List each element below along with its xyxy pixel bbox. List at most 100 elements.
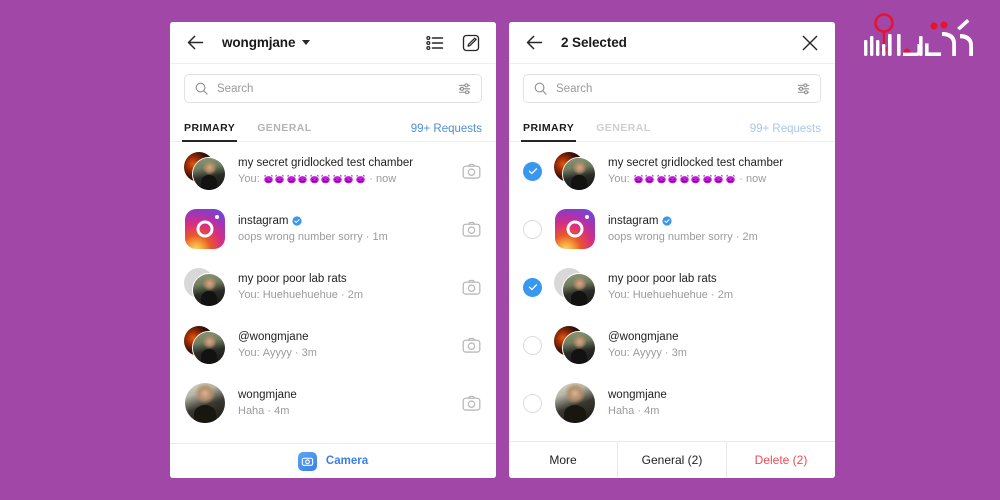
avatar — [554, 266, 596, 308]
thread-text: wongmjane Haha · 4m — [238, 388, 297, 417]
search-area: Search — [170, 64, 496, 112]
camera-button-label: Camera — [325, 455, 369, 467]
thread-title: @wongmjane — [238, 330, 309, 343]
thread-text: instagram oops wrong number sorry · 2m — [608, 214, 758, 243]
thread-list: my secret gridlocked test chamber You: ·… — [509, 142, 835, 441]
thread-row[interactable]: wongmjane Haha · 4m — [509, 374, 835, 432]
selection-action-bar: More General (2) Delete (2) — [509, 441, 835, 478]
thread-title: instagram — [238, 214, 289, 227]
thread-title: my poor poor lab rats — [608, 272, 717, 285]
camera-icon — [297, 451, 317, 471]
search-placeholder: Search — [556, 82, 593, 95]
camera-outline-icon[interactable] — [461, 393, 482, 414]
tab-general[interactable]: GENERAL — [596, 122, 651, 141]
thread-prefix: You: — [608, 172, 630, 185]
thread-row[interactable]: wongmjane Haha · 4m — [170, 374, 496, 432]
search-area: Search — [509, 64, 835, 112]
thread-time: 2m — [742, 230, 758, 243]
thread-time: 4m — [644, 404, 660, 417]
avatar — [184, 324, 226, 366]
thread-preview: Haha — [238, 404, 265, 417]
inbox-header: wongmjane — [170, 22, 496, 64]
more-button[interactable]: More — [509, 442, 618, 478]
thread-text: @wongmjane You: Ayyyy · 3m — [608, 330, 687, 359]
inbox-tabs: PRIMARY GENERAL 99+ Requests — [509, 112, 835, 142]
avatar — [554, 208, 596, 250]
watermark-logo — [856, 6, 986, 68]
phone-screen-inbox: wongmjane Search PRIMARY GENERAL 99+ Req… — [170, 22, 496, 478]
close-x-icon[interactable] — [799, 32, 821, 54]
thread-text: my secret gridlocked test chamber You: ·… — [608, 156, 784, 185]
thread-time: 4m — [274, 404, 290, 417]
selection-checkbox[interactable] — [523, 393, 542, 413]
thread-row[interactable]: @wongmjane You: Ayyyy · 3m — [509, 316, 835, 374]
back-arrow-icon[interactable] — [523, 32, 545, 54]
camera-outline-icon[interactable] — [461, 335, 482, 356]
phone-screen-selection-mode: 2 Selected Search PRIMARY GENERAL 99+ Re… — [509, 22, 835, 478]
inbox-tabs: PRIMARY GENERAL 99+ Requests — [170, 112, 496, 142]
thread-text: instagram oops wrong number sorry · 1m — [238, 214, 388, 243]
tab-primary[interactable]: PRIMARY — [181, 122, 238, 142]
thread-preview: Haha — [608, 404, 635, 417]
search-placeholder: Search — [217, 82, 254, 95]
requests-link[interactable]: 99+ Requests — [750, 123, 821, 141]
avatar — [184, 208, 226, 250]
thread-row[interactable]: my secret gridlocked test chamber You: ·… — [509, 142, 835, 200]
camera-outline-icon[interactable] — [461, 219, 482, 240]
thread-row[interactable]: my secret gridlocked test chamber You: ·… — [170, 142, 496, 200]
bullet-list-icon[interactable] — [424, 32, 446, 54]
thread-row[interactable]: instagram oops wrong number sorry · 2m — [509, 200, 835, 258]
selection-checkbox[interactable] — [523, 335, 542, 355]
thread-text: wongmjane Haha · 4m — [608, 388, 667, 417]
thread-title: my secret gridlocked test chamber — [608, 156, 784, 169]
filter-sliders-icon[interactable] — [457, 81, 472, 96]
requests-link[interactable]: 99+ Requests — [411, 123, 482, 141]
thread-row[interactable]: instagram oops wrong number sorry · 1m — [170, 200, 496, 258]
instagram-logo-icon — [555, 209, 595, 249]
thread-preview: oops wrong number sorry — [238, 230, 363, 243]
thread-row[interactable]: my poor poor lab rats You: Huehuehuehue … — [170, 258, 496, 316]
thread-preview: Ayyyy — [632, 346, 662, 359]
search-input[interactable]: Search — [184, 74, 482, 103]
tab-primary[interactable]: PRIMARY — [520, 122, 577, 142]
back-arrow-icon[interactable] — [184, 32, 206, 54]
thread-title: @wongmjane — [608, 330, 679, 343]
selection-checkbox[interactable] — [523, 277, 542, 297]
thread-text: my poor poor lab rats You: Huehuehuehue … — [608, 272, 733, 301]
page-title: wongmjane — [222, 35, 296, 50]
purple-devil-face-emoji-run — [633, 174, 737, 184]
avatar — [184, 266, 226, 308]
thread-text: @wongmjane You: Ayyyy · 3m — [238, 330, 317, 359]
selection-checkbox[interactable] — [523, 219, 542, 239]
filter-sliders-icon[interactable] — [796, 81, 811, 96]
search-input[interactable]: Search — [523, 74, 821, 103]
camera-outline-icon[interactable] — [461, 161, 482, 182]
thread-title: my poor poor lab rats — [238, 272, 347, 285]
general-button[interactable]: General (2) — [618, 442, 727, 478]
instagram-logo-icon — [185, 209, 225, 249]
verified-badge-icon — [291, 216, 302, 226]
camera-outline-icon[interactable] — [461, 277, 482, 298]
compose-pencil-icon[interactable] — [460, 32, 482, 54]
tab-general[interactable]: GENERAL — [257, 122, 312, 141]
thread-prefix: You: — [608, 346, 630, 359]
selection-checkbox[interactable] — [523, 161, 542, 181]
thread-text: my poor poor lab rats You: Huehuehuehue … — [238, 272, 363, 301]
delete-button[interactable]: Delete (2) — [727, 442, 835, 478]
thread-row[interactable]: @wongmjane You: Ayyyy · 3m — [170, 316, 496, 374]
camera-button[interactable]: Camera — [170, 443, 496, 478]
thread-time: 3m — [671, 346, 687, 359]
search-icon — [533, 81, 548, 96]
thread-title: instagram — [608, 214, 659, 227]
thread-preview: Ayyyy — [262, 346, 292, 359]
thread-list: my secret gridlocked test chamber You: ·… — [170, 142, 496, 443]
thread-time: 2m — [347, 288, 363, 301]
thread-text: my secret gridlocked test chamber You: ·… — [238, 156, 414, 185]
thread-prefix: You: — [238, 346, 260, 359]
thread-row[interactable]: my poor poor lab rats You: Huehuehuehue … — [509, 258, 835, 316]
thread-preview: Huehuehuehue — [262, 288, 338, 301]
avatar — [184, 382, 226, 424]
thread-prefix: You: — [238, 172, 260, 185]
account-switcher[interactable]: wongmjane — [206, 35, 311, 50]
thread-time: now — [745, 172, 767, 185]
